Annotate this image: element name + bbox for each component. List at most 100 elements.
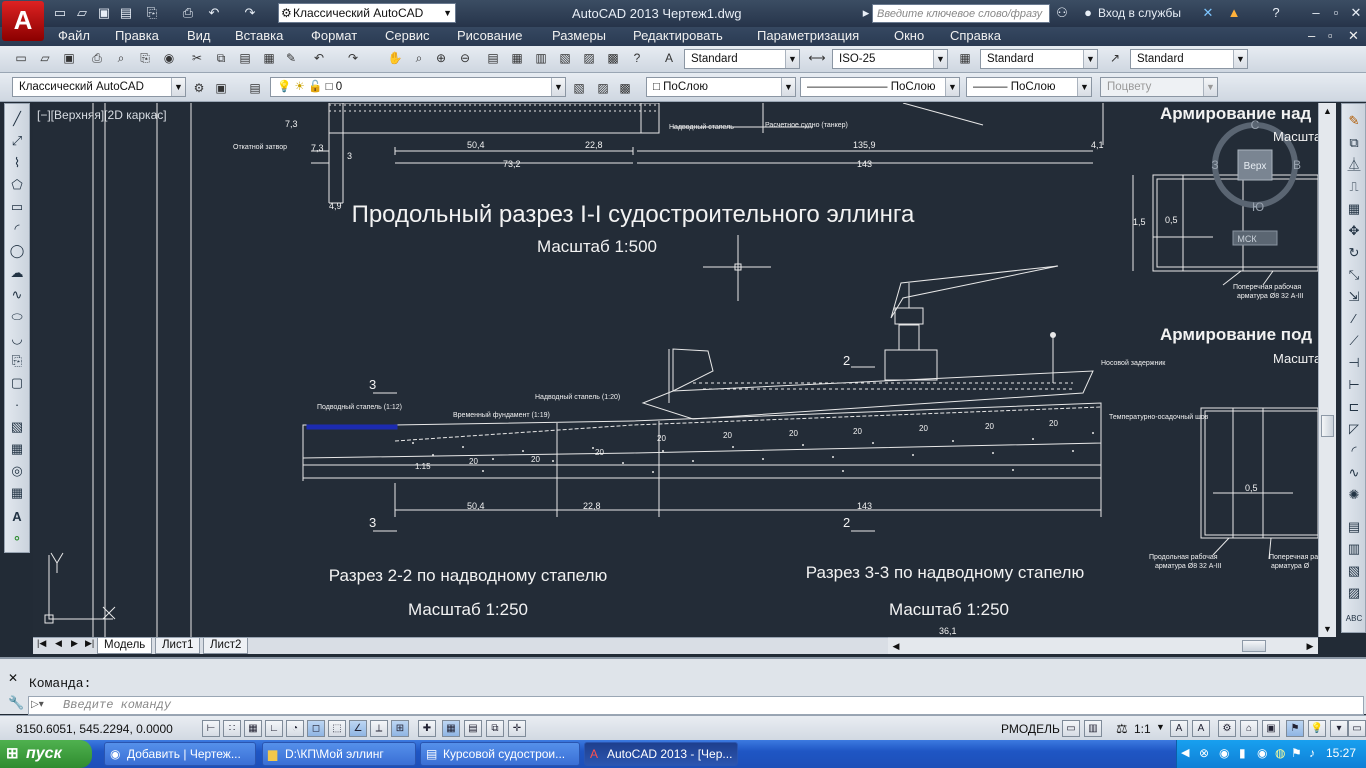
menu-dimension[interactable]: Размеры bbox=[552, 28, 606, 43]
object-snap-icon[interactable]: ◻ bbox=[307, 720, 325, 737]
scroll-thumb[interactable] bbox=[1321, 415, 1334, 437]
plotstyle-select[interactable]: Поцвету ▼ bbox=[1100, 77, 1218, 97]
command-input[interactable]: Введите команду bbox=[28, 696, 1364, 715]
offset-icon[interactable]: ⎍ bbox=[1344, 178, 1364, 196]
menu-parametric[interactable]: Параметризация bbox=[757, 28, 859, 43]
annotation-scale[interactable]: 1:1 bbox=[1134, 722, 1151, 736]
open-icon[interactable]: ▱ bbox=[74, 5, 90, 21]
menu-modify[interactable]: Редактировать bbox=[633, 28, 723, 43]
tab-sheet2[interactable]: Лист2 bbox=[203, 638, 249, 654]
horizontal-scrollbar[interactable]: ◀ ▶ bbox=[888, 637, 1318, 654]
workspace-toggle-icon[interactable]: ▣ bbox=[212, 79, 230, 97]
task-word[interactable]: ▤ Курсовой судострои... bbox=[420, 742, 580, 766]
zoom-prev-icon[interactable]: ⊖ bbox=[456, 49, 474, 67]
menu-format[interactable]: Формат bbox=[311, 28, 357, 43]
gradient-icon[interactable]: ▦ bbox=[7, 440, 27, 458]
viewcube-top-label[interactable]: Верх bbox=[1244, 161, 1267, 172]
tool-palettes-icon[interactable]: ▥ bbox=[532, 49, 550, 67]
make-block-icon[interactable]: ▢ bbox=[7, 374, 27, 392]
layer-select[interactable]: 💡 ☀ 🔓 □ 0 ▼ bbox=[270, 77, 566, 97]
zoom-realtime-icon[interactable]: ⌕ bbox=[410, 49, 428, 67]
revcloud-icon[interactable]: ☁ bbox=[7, 264, 27, 282]
preview-icon[interactable]: ⌕ bbox=[112, 49, 130, 67]
scale-icon[interactable]: ⤡ bbox=[1344, 266, 1364, 284]
wrench-icon[interactable]: 🔧 bbox=[8, 695, 24, 711]
hardware-accel-icon[interactable]: ▣ bbox=[1262, 720, 1280, 737]
menu-insert[interactable]: Вставка bbox=[235, 28, 283, 43]
scroll-right-icon[interactable]: ▶ bbox=[1302, 638, 1318, 654]
dim-style-select[interactable]: ISO-25 ▼ bbox=[832, 49, 948, 69]
task-chrome[interactable]: ◉ Добавить | Чертеж... bbox=[104, 742, 256, 766]
tab-last-icon[interactable]: ▶| bbox=[85, 638, 94, 649]
maximize-button[interactable]: ▫ bbox=[1326, 4, 1346, 22]
tab-sheet1[interactable]: Лист1 bbox=[155, 638, 201, 654]
polygon-icon[interactable]: ⬠ bbox=[7, 176, 27, 194]
brush-icon[interactable]: ✎ bbox=[282, 49, 300, 67]
help-icon[interactable]: ? bbox=[1268, 5, 1284, 21]
text-style-select[interactable]: Standard ▼ bbox=[684, 49, 800, 69]
snap-mode-icon[interactable]: ∷ bbox=[223, 720, 241, 737]
viewcube-north[interactable]: С bbox=[1251, 118, 1260, 132]
linetype-select[interactable]: ——————— ПоСлою ▼ bbox=[800, 77, 960, 97]
redo-icon[interactable]: ↷ bbox=[344, 49, 362, 67]
menu-edit[interactable]: Правка bbox=[115, 28, 159, 43]
join-icon[interactable]: ⊏ bbox=[1344, 398, 1364, 416]
signin-link[interactable]: Вход в службы bbox=[1098, 6, 1181, 20]
minimize-button[interactable]: – bbox=[1306, 4, 1326, 22]
quick-view-layouts-icon[interactable]: ▭ bbox=[1062, 720, 1080, 737]
scroll-down-icon[interactable]: ▼ bbox=[1319, 621, 1336, 637]
tray-app-icon[interactable]: ◍ bbox=[1275, 746, 1285, 760]
command-prompt-icon[interactable]: ▷▾ bbox=[31, 699, 44, 710]
lineweight-select[interactable]: ——— ПоСлою ▼ bbox=[966, 77, 1092, 97]
grid-display-icon[interactable]: ▦ bbox=[244, 720, 262, 737]
region-icon[interactable]: ◎ bbox=[7, 462, 27, 480]
erase-icon[interactable]: ✎ bbox=[1344, 112, 1364, 130]
doc-restore-button[interactable]: ▫ bbox=[1328, 28, 1333, 43]
user-icon[interactable]: ● bbox=[1080, 5, 1096, 21]
annotation-monitor-icon[interactable]: ✛ bbox=[508, 720, 526, 737]
save-icon[interactable]: ▣ bbox=[60, 49, 78, 67]
cut-icon[interactable]: ✂ bbox=[188, 49, 206, 67]
arc-icon[interactable]: ◜ bbox=[7, 220, 27, 238]
clean-screen-icon[interactable]: ▭ bbox=[1348, 720, 1366, 737]
new-icon[interactable]: ▭ bbox=[12, 49, 30, 67]
tab-prev-icon[interactable]: ◀ bbox=[55, 638, 62, 649]
workspace-switching-icon[interactable]: ⚙ bbox=[1218, 720, 1236, 737]
3d-dwf-icon[interactable]: ◉ bbox=[160, 49, 178, 67]
workspace-combo[interactable]: Классический AutoCAD ▼ bbox=[12, 77, 186, 97]
publish-icon[interactable]: ⎘ bbox=[144, 5, 160, 21]
tray-signal-icon[interactable]: ▮ bbox=[1239, 746, 1246, 760]
chevron-down-icon[interactable]: ▼ bbox=[1156, 722, 1165, 732]
save-icon[interactable]: ▣ bbox=[96, 5, 112, 21]
annotation-scale-icon[interactable]: ⚖ bbox=[1116, 721, 1128, 737]
abc-icon[interactable]: ABC bbox=[1344, 610, 1364, 628]
copy-icon[interactable]: ⧉ bbox=[212, 49, 230, 67]
markup-icon[interactable]: ▨ bbox=[580, 49, 598, 67]
auto-scale-icon[interactable]: A bbox=[1192, 720, 1210, 737]
coordinates-readout[interactable]: 8150.6051, 545.2294, 0.0000 bbox=[16, 722, 173, 736]
close-icon[interactable]: ✕ bbox=[8, 671, 18, 685]
layer-tool-icon[interactable]: ▤ bbox=[1344, 518, 1364, 536]
zoom-window-icon[interactable]: ⊕ bbox=[432, 49, 450, 67]
table-style-icon[interactable]: ▦ bbox=[956, 49, 974, 67]
insert-block-icon[interactable]: ⎘ bbox=[7, 352, 27, 370]
make-current-icon[interactable]: ▧ bbox=[570, 79, 588, 97]
tray-flag-icon[interactable]: ⚑ bbox=[1291, 746, 1302, 760]
trim-icon[interactable]: ⁄ bbox=[1344, 310, 1364, 328]
layer-tool4-icon[interactable]: ▨ bbox=[1344, 584, 1364, 602]
ellipse-arc-icon[interactable]: ◡ bbox=[7, 330, 27, 348]
annotation-visibility-icon[interactable]: A bbox=[1170, 720, 1188, 737]
line-icon[interactable]: ╱ bbox=[7, 110, 27, 128]
mtext-icon[interactable]: A bbox=[7, 508, 27, 526]
table-style-select[interactable]: Standard ▼ bbox=[980, 49, 1098, 69]
print-icon[interactable]: ⎙ bbox=[88, 49, 106, 67]
tab-first-icon[interactable]: |◀ bbox=[37, 638, 46, 649]
publish-icon[interactable]: ⎘ bbox=[136, 49, 154, 67]
binoculars-icon[interactable]: ⚇ bbox=[1054, 5, 1070, 21]
tray-network-icon[interactable]: ◉ bbox=[1219, 746, 1229, 760]
chamfer-icon[interactable]: ◸ bbox=[1344, 420, 1364, 438]
paste-icon[interactable]: ▤ bbox=[236, 49, 254, 67]
wcs-label[interactable]: МСК bbox=[1237, 234, 1257, 244]
break-point-icon[interactable]: ⊣ bbox=[1344, 354, 1364, 372]
infer-constraints-icon[interactable]: ⊢ bbox=[202, 720, 220, 737]
